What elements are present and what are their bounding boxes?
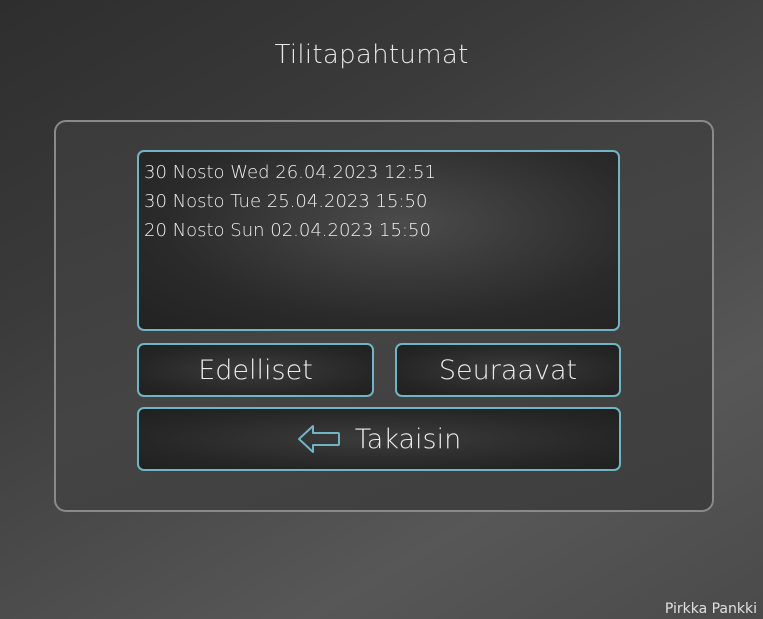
arrow-left-icon <box>297 423 341 455</box>
previous-button-label: Edelliset <box>198 354 313 386</box>
page-title: Tilitapahtumat <box>274 40 469 70</box>
list-item: 20 Nosto Sun 02.04.2023 15:50 <box>144 220 431 241</box>
next-button-label: Seuraavat <box>438 354 578 386</box>
footer-brand: Pirkka Pankki <box>664 601 757 617</box>
back-button[interactable]: Takaisin <box>137 407 621 471</box>
next-button[interactable]: Seuraavat <box>395 343 621 397</box>
back-button-label: Takaisin <box>354 423 462 455</box>
previous-button[interactable]: Edelliset <box>137 343 374 397</box>
list-item: 30 Nosto Tue 25.04.2023 15:50 <box>144 191 428 212</box>
transaction-list[interactable]: 30 Nosto Wed 26.04.2023 12:51 30 Nosto T… <box>137 150 620 331</box>
list-item: 30 Nosto Wed 26.04.2023 12:51 <box>144 162 436 183</box>
